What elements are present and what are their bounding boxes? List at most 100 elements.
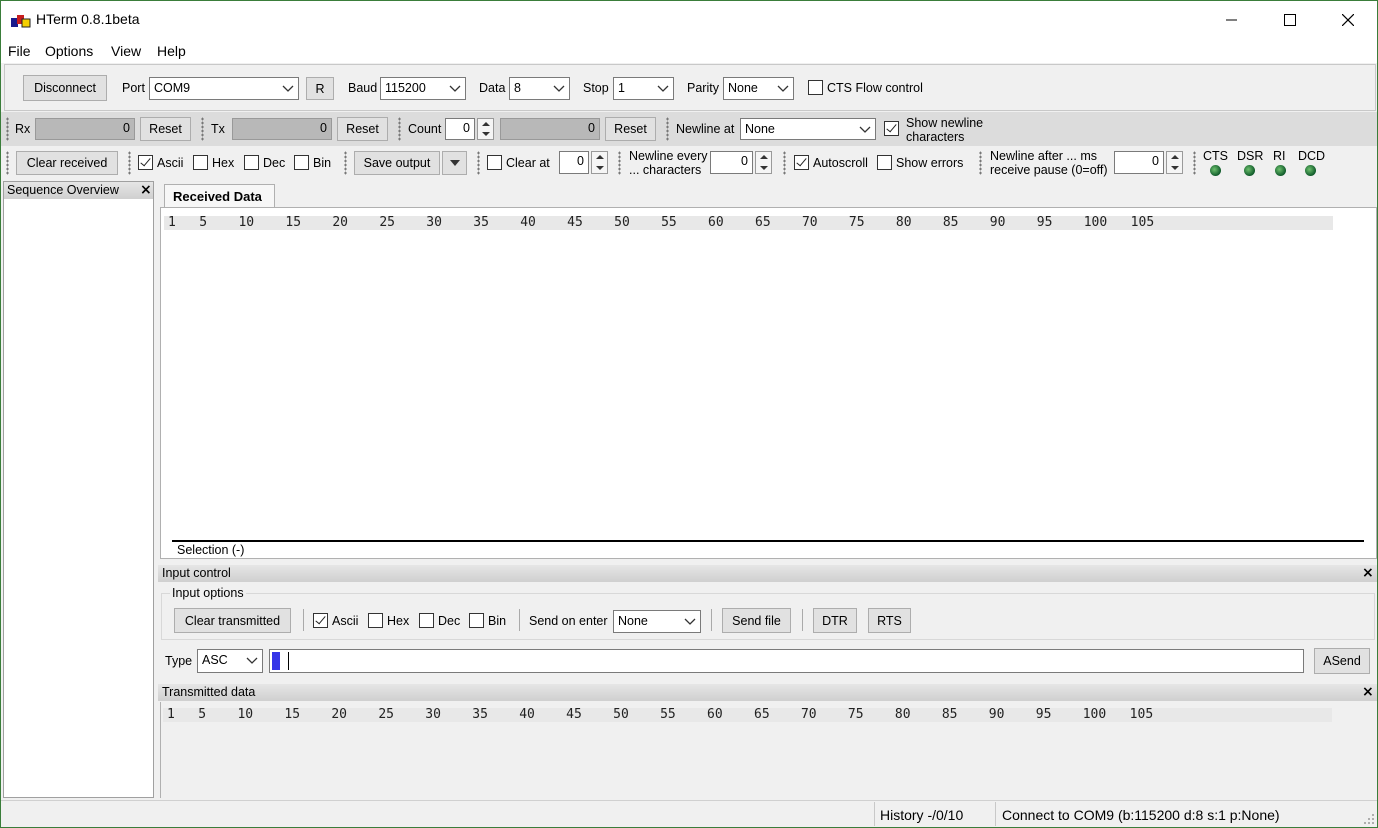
menu-help[interactable]: Help <box>157 43 186 59</box>
autoscroll-label: Autoscroll <box>813 156 868 170</box>
count-progress: 0 <box>500 118 600 140</box>
cts-flow-checkbox[interactable] <box>808 80 823 95</box>
autoscroll-checkbox[interactable] <box>794 155 809 170</box>
menu-options[interactable]: Options <box>45 43 93 59</box>
newline-every-line2: ... characters <box>629 163 702 177</box>
dsr-signal-label: DSR <box>1237 149 1264 163</box>
save-output-button[interactable]: Save output <box>354 151 440 175</box>
input-dec-label: Dec <box>438 614 461 628</box>
rx-reset-button[interactable]: Reset <box>140 117 191 141</box>
stop-bits-label: Stop <box>583 81 609 95</box>
sequence-overview-panel: Sequence Overview × <box>3 181 154 798</box>
parity-select[interactable]: None <box>723 77 794 100</box>
chevron-down-icon <box>553 85 565 92</box>
rts-button[interactable]: RTS <box>868 608 911 633</box>
data-bits-value: 8 <box>514 81 521 95</box>
type-select[interactable]: ASC <box>197 649 263 673</box>
port-select[interactable]: COM9 <box>149 77 299 100</box>
count-input[interactable]: 0 <box>445 118 475 140</box>
input-hex-checkbox[interactable] <box>368 613 383 628</box>
input-bin-checkbox[interactable] <box>469 613 484 628</box>
input-dec-checkbox[interactable] <box>419 613 434 628</box>
send-file-button[interactable]: Send file <box>722 608 791 633</box>
connection-status: Connect to COM9 (b:115200 d:8 s:1 p:None… <box>1002 807 1280 823</box>
maximize-button[interactable] <box>1261 1 1319 39</box>
minimize-button[interactable] <box>1203 1 1261 39</box>
newline-every-input[interactable]: 0 <box>710 151 753 174</box>
refresh-ports-button[interactable]: R <box>306 77 334 100</box>
received-bin-checkbox[interactable] <box>294 155 309 170</box>
send-input-field[interactable] <box>269 649 1304 673</box>
save-output-menu-button[interactable] <box>442 151 467 175</box>
send-on-enter-label: Send on enter <box>529 614 608 628</box>
toolbar-grip[interactable] <box>344 151 347 175</box>
newline-after-spinner[interactable] <box>1166 151 1183 174</box>
received-data-area[interactable] <box>160 207 1377 559</box>
type-value: ASC <box>202 653 228 667</box>
count-reset-button[interactable]: Reset <box>605 117 656 141</box>
clear-at-spinner[interactable] <box>591 151 608 174</box>
transmitted-close-icon[interactable]: × <box>1362 685 1374 699</box>
show-newline-line1: Show newline <box>906 116 984 130</box>
newline-after-line1: Newline after ... ms <box>990 149 1097 163</box>
toolbar-grip[interactable] <box>477 151 480 175</box>
port-label: Port <box>122 81 145 95</box>
chevron-down-icon <box>859 126 871 133</box>
show-errors-checkbox[interactable] <box>877 155 892 170</box>
stop-bits-select[interactable]: 1 <box>613 77 674 100</box>
newline-every-spinner[interactable] <box>755 151 772 174</box>
clear-at-input[interactable]: 0 <box>559 151 589 174</box>
input-control-close-icon[interactable]: × <box>1362 566 1374 580</box>
separator <box>303 609 304 631</box>
clear-received-button[interactable]: Clear received <box>16 151 118 175</box>
newline-every-line1: Newline every <box>629 149 708 163</box>
menu-file[interactable]: File <box>8 43 31 59</box>
clear-at-checkbox[interactable] <box>487 155 502 170</box>
disconnect-button[interactable]: Disconnect <box>23 75 107 101</box>
baud-select[interactable]: 115200 <box>380 77 466 100</box>
toolbar-grip[interactable] <box>1193 151 1196 175</box>
toolbar-grip[interactable] <box>201 117 204 141</box>
toolbar-grip[interactable] <box>666 117 669 141</box>
close-window-button[interactable] <box>1319 1 1377 39</box>
count-spinner[interactable] <box>477 118 494 140</box>
data-bits-select[interactable]: 8 <box>509 77 570 100</box>
count-label: Count <box>408 122 442 136</box>
toolbar-grip[interactable] <box>979 151 982 175</box>
show-newline-checkbox[interactable] <box>884 121 899 136</box>
toolbar-grip[interactable] <box>618 151 621 175</box>
newline-at-value: None <box>745 122 775 136</box>
tx-reset-button[interactable]: Reset <box>337 117 388 141</box>
rx-label: Rx <box>15 122 31 136</box>
input-ascii-checkbox[interactable] <box>313 613 328 628</box>
dtr-button[interactable]: DTR <box>813 608 857 633</box>
received-ascii-checkbox[interactable] <box>138 155 153 170</box>
dcd-signal-label: DCD <box>1298 149 1326 163</box>
newline-after-input[interactable]: 0 <box>1114 151 1164 174</box>
toolbar-grip[interactable] <box>6 151 9 175</box>
toolbar-grip[interactable] <box>398 117 401 141</box>
dropdown-arrow-icon <box>449 160 460 166</box>
received-hex-checkbox[interactable] <box>193 155 208 170</box>
newline-every-label: Newline every... characters <box>629 149 708 177</box>
clear-transmitted-button[interactable]: Clear transmitted <box>174 608 291 633</box>
transmitted-column-ruler: 1 5 10 15 20 25 30 35 40 45 50 55 60 65 … <box>163 708 1332 722</box>
received-dec-checkbox[interactable] <box>244 155 259 170</box>
tab-received-data[interactable]: Received Data <box>164 184 275 208</box>
newline-at-select[interactable]: None <box>740 118 876 140</box>
send-on-enter-select[interactable]: None <box>613 610 701 633</box>
resize-grip-icon[interactable] <box>1363 813 1375 825</box>
send-on-enter-value: None <box>618 614 648 628</box>
cts-signal-label: CTS <box>1203 149 1228 163</box>
received-bin-label: Bin <box>313 156 332 170</box>
toolbar-grip[interactable] <box>783 151 786 175</box>
send-button[interactable]: ASend <box>1314 648 1370 674</box>
sequence-close-icon[interactable]: × <box>140 183 152 197</box>
input-ascii-label: Ascii <box>332 614 359 628</box>
app-logo-icon <box>11 15 31 28</box>
menu-view[interactable]: View <box>111 43 141 59</box>
maximize-icon <box>1284 14 1296 26</box>
toolbar-grip[interactable] <box>128 151 131 175</box>
toolbar-grip[interactable] <box>6 117 9 141</box>
separator <box>802 609 803 631</box>
